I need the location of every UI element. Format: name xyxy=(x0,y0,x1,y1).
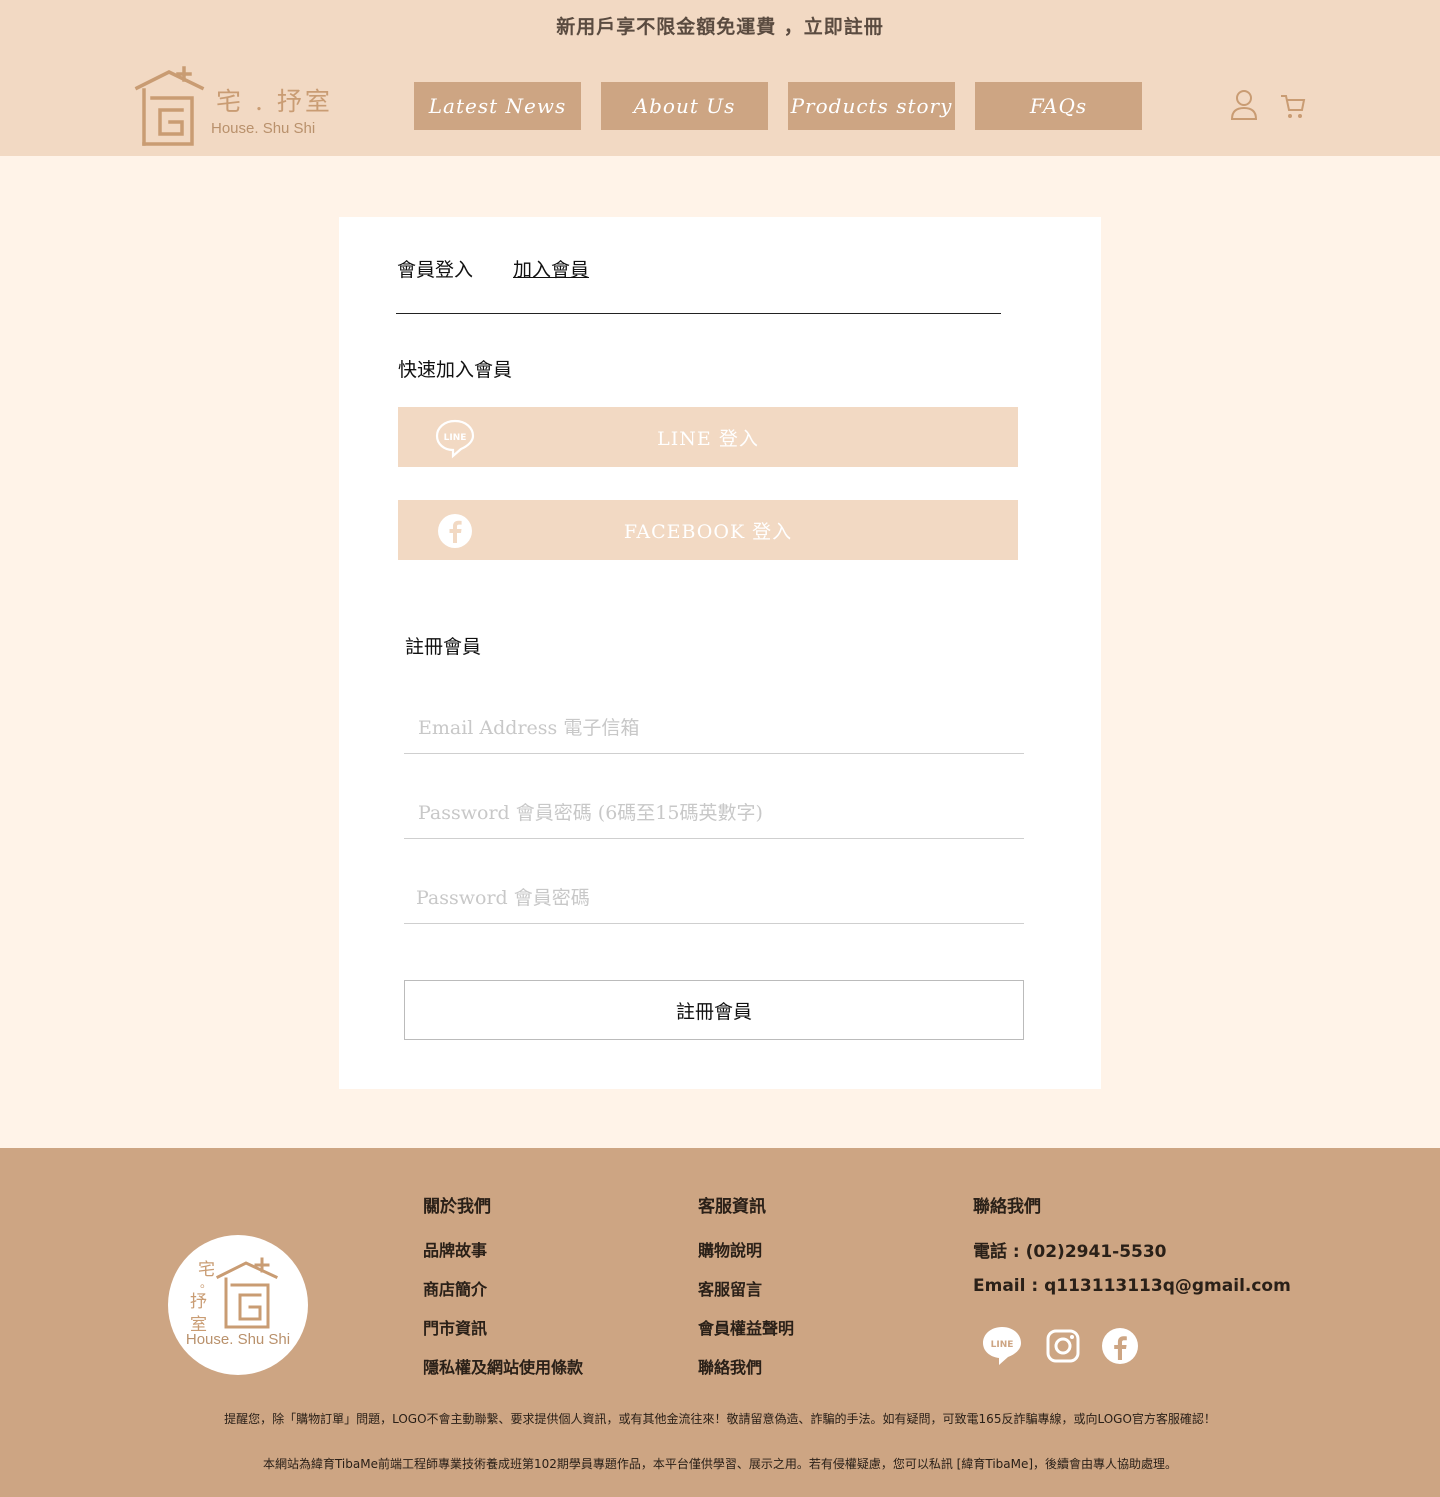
footer-contact-title: 聯絡我們 xyxy=(973,1197,1041,1217)
cart-icon xyxy=(1281,95,1306,118)
logo-english-text: House. Shu Shi xyxy=(211,120,316,137)
password-input[interactable] xyxy=(418,802,1008,824)
house-logo-icon: 宅 。 抒 室 xyxy=(190,1257,278,1335)
tab-join-member[interactable]: 加入會員 xyxy=(513,255,589,282)
register-submit-button[interactable]: 註冊會員 xyxy=(404,980,1024,1040)
email-field xyxy=(404,684,1024,754)
line-login-label: LINE 登入 xyxy=(657,427,759,450)
svg-text:。: 。 xyxy=(200,1276,212,1290)
facebook-icon xyxy=(438,514,472,548)
svg-text:LINE: LINE xyxy=(991,1340,1014,1350)
footer-logo-en: House. Shu Shi xyxy=(185,1331,291,1348)
cart-button[interactable] xyxy=(1278,88,1308,122)
footer-link-privacy[interactable]: 隱私權及網站使用條款 xyxy=(423,1354,583,1378)
footer-link-brand-story[interactable]: 品牌故事 xyxy=(423,1237,487,1261)
footer-facebook-link[interactable] xyxy=(1098,1324,1142,1368)
confirm-password-input[interactable] xyxy=(416,887,1006,909)
email-input[interactable] xyxy=(418,717,1008,739)
site-footer: 宅 。 抒 室 House. Shu Shi 關於我們 品牌故事 商店簡介 門市… xyxy=(0,1148,1440,1497)
footer-disclaimer: 本網站為緯育TibaMe前端工程師專業技術養成班第102期學員專題作品，本平台僅… xyxy=(262,1457,1178,1471)
facebook-icon xyxy=(1102,1328,1138,1364)
user-icon xyxy=(1230,90,1258,120)
facebook-login-label: FACEBOOK 登入 xyxy=(623,520,793,543)
nav-latest-news[interactable]: Latest News xyxy=(414,82,581,130)
promo-banner[interactable]: 新用戶享不限金額免運費 ，立即註冊 xyxy=(0,12,1440,39)
line-login-button[interactable]: LINE LINE 登入 xyxy=(398,407,1018,467)
footer-link-service-message[interactable]: 客服留言 xyxy=(698,1276,762,1300)
password-field xyxy=(404,769,1024,839)
nav-products-story[interactable]: Products story xyxy=(788,82,955,130)
house-logo-icon xyxy=(134,66,205,146)
footer-about-title: 關於我們 xyxy=(423,1197,491,1217)
tab-member-login[interactable]: 會員登入 xyxy=(397,255,473,282)
line-icon: LINE xyxy=(983,1327,1021,1365)
site-header: 新用戶享不限金額免運費 ，立即註冊 宅 . 抒室 House. Shu Shi … xyxy=(0,0,1440,156)
footer-logo[interactable]: 宅 。 抒 室 House. Shu Shi xyxy=(168,1235,308,1375)
nav-faqs[interactable]: FAQs xyxy=(975,82,1142,130)
user-account-button[interactable] xyxy=(1229,88,1259,122)
svg-text:抒: 抒 xyxy=(190,1292,207,1312)
quick-join-title: 快速加入會員 xyxy=(398,359,513,381)
register-title: 註冊會員 xyxy=(405,636,482,658)
register-card: 會員登入 加入會員 快速加入會員 LINE LINE 登入 FACEBOOK 登… xyxy=(339,217,1101,1089)
facebook-login-button[interactable]: FACEBOOK 登入 xyxy=(398,500,1018,560)
footer-link-store-info[interactable]: 門市資訊 xyxy=(423,1315,487,1339)
footer-link-member-rights[interactable]: 會員權益聲明 xyxy=(698,1315,794,1339)
instagram-icon xyxy=(1046,1329,1080,1363)
footer-link-contact-us[interactable]: 聯絡我們 xyxy=(698,1354,762,1378)
site-logo[interactable]: 宅 . 抒室 House. Shu Shi xyxy=(134,66,334,148)
confirm-password-field xyxy=(404,854,1024,924)
logo-chinese-text: 宅 . 抒室 xyxy=(216,87,333,116)
footer-line-link[interactable]: LINE xyxy=(980,1324,1024,1368)
nav-about-us[interactable]: About Us xyxy=(601,82,768,130)
tab-divider xyxy=(396,313,1001,314)
footer-fraud-notice: 提醒您，除「購物訂單」問題，LOGO不會主動聯繫、要求提供個人資訊，或有其他金流… xyxy=(224,1412,1216,1426)
footer-phone: 電話 : (02)2941-5530 xyxy=(973,1242,1167,1262)
footer-service-title: 客服資訊 xyxy=(698,1197,766,1217)
footer-link-shopping-guide[interactable]: 購物說明 xyxy=(698,1237,762,1261)
footer-email[interactable]: Email : q113113113q@gmail.com xyxy=(973,1276,1291,1296)
svg-text:LINE: LINE xyxy=(444,433,467,443)
line-icon: LINE xyxy=(435,419,475,459)
footer-link-store-intro[interactable]: 商店簡介 xyxy=(423,1276,487,1300)
footer-instagram-link[interactable] xyxy=(1041,1324,1085,1368)
